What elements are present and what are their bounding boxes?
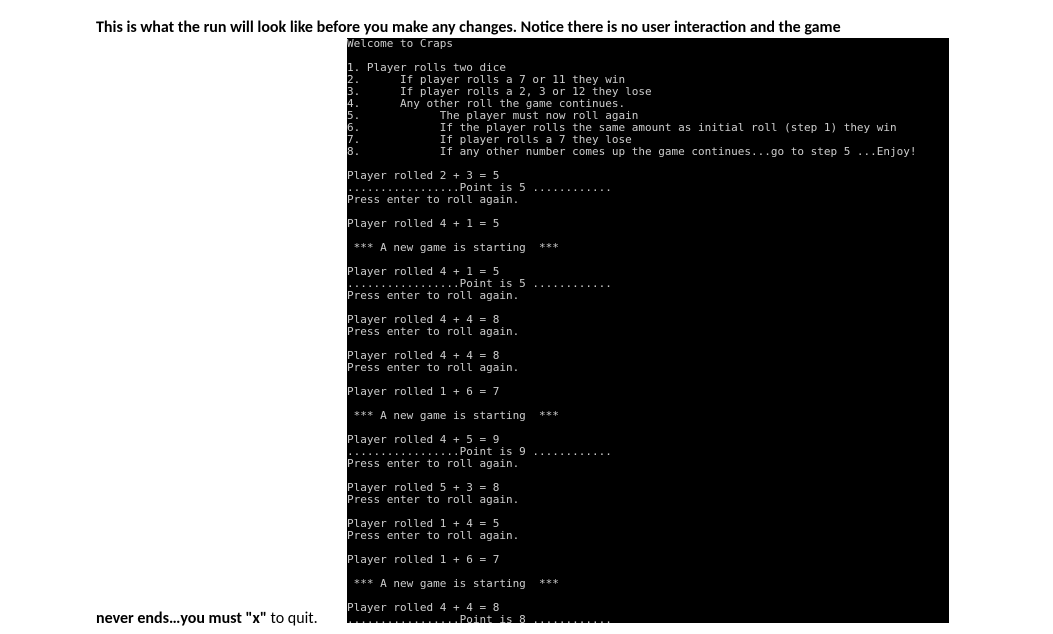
caption-bottom-rest: to quit. — [267, 609, 318, 628]
console-output: Welcome to Craps 1. Player rolls two dic… — [347, 38, 949, 623]
caption-bottom: never ends…you must "x" to quit. — [96, 609, 318, 628]
caption-top: This is what the run will look like befo… — [96, 18, 841, 37]
console-screenshot: Welcome to Craps 1. Player rolls two dic… — [347, 38, 949, 623]
caption-bottom-bold: never ends…you must "x" — [96, 609, 267, 628]
page-container: This is what the run will look like befo… — [0, 0, 1053, 634]
